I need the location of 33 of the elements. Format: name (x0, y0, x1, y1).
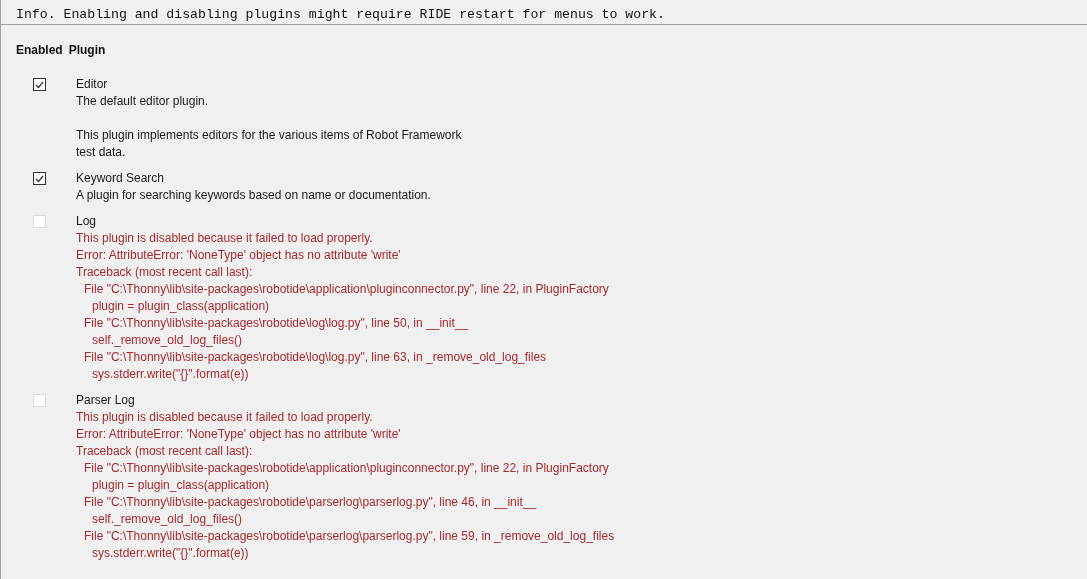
description-line: test data. (76, 144, 127, 161)
traceback-line: sys.stderr.write("{}".format(e)) (91, 545, 250, 562)
traceback-line: File "C:\Thonny\lib\site-packages\robotide\parserlog\parserlog.py", line 46, in __init__ (83, 494, 538, 511)
description-line: This plugin is disabled because it failed to load properly. (76, 409, 374, 426)
plugin-name: Log (76, 213, 98, 230)
traceback-line: plugin = plugin_class(application) (91, 298, 271, 315)
traceback-line: File "C:\Thonny\lib\site-packages\robotide\application\pluginconnector.py", line 22, in PluginFactory (83, 460, 610, 477)
checkmark-icon (35, 80, 44, 89)
info-message: Info. Enabling and disabling plugins might require RIDE restart for menus to work. (1, 0, 1087, 25)
traceback-line: File "C:\Thonny\lib\site-packages\robotide\parserlog\parserlog.py", line 59, in _remove_old_log_files (83, 528, 615, 545)
column-header: Enabled (16, 42, 63, 59)
traceback-line: plugin = plugin_class(application) (91, 477, 271, 494)
plugin-name: Keyword Search (76, 170, 166, 187)
description-line: A plugin for searching keywords based on name or documentation. (76, 187, 431, 204)
checkbox[interactable] (33, 78, 46, 91)
traceback-line: self._remove_old_log_files() (91, 332, 244, 349)
description-line: Traceback (most recent call last): (76, 443, 254, 460)
description-line: Error: AttributeError: 'NoneType' object has no attribute 'write' (76, 426, 402, 443)
traceback-line: self._remove_old_log_files() (91, 511, 244, 528)
traceback-line: sys.stderr.write("{}".format(e)) (91, 366, 250, 383)
traceback-line: File "C:\Thonny\lib\site-packages\robotide\application\pluginconnector.py", line 22, in PluginFactory (83, 281, 609, 298)
description-line: This plugin implements editors for the various items of Robot Framework (76, 127, 462, 144)
checkbox[interactable] (33, 172, 46, 185)
plugin-name: Editor (76, 76, 109, 93)
traceback-line: File "C:\Thonny\lib\site-packages\robotide\log\log.py", line 63, in _remove_old_log_files (83, 349, 548, 366)
plugin-name: Parser Log (76, 392, 136, 409)
traceback-line: File "C:\Thonny\lib\site-packages\robotide\log\log.py", line 50, in __init__ (83, 315, 470, 332)
description-line: Error: AttributeError: 'NoneType' object has no attribute 'write' (76, 247, 402, 264)
description-line: Traceback (most recent call last): (76, 264, 254, 281)
column-header: Plugin (68, 42, 106, 59)
description-line: The default editor plugin. (76, 93, 210, 110)
description-line: This plugin is disabled because it failed to load properly. (76, 230, 374, 247)
checkmark-icon (35, 174, 44, 183)
